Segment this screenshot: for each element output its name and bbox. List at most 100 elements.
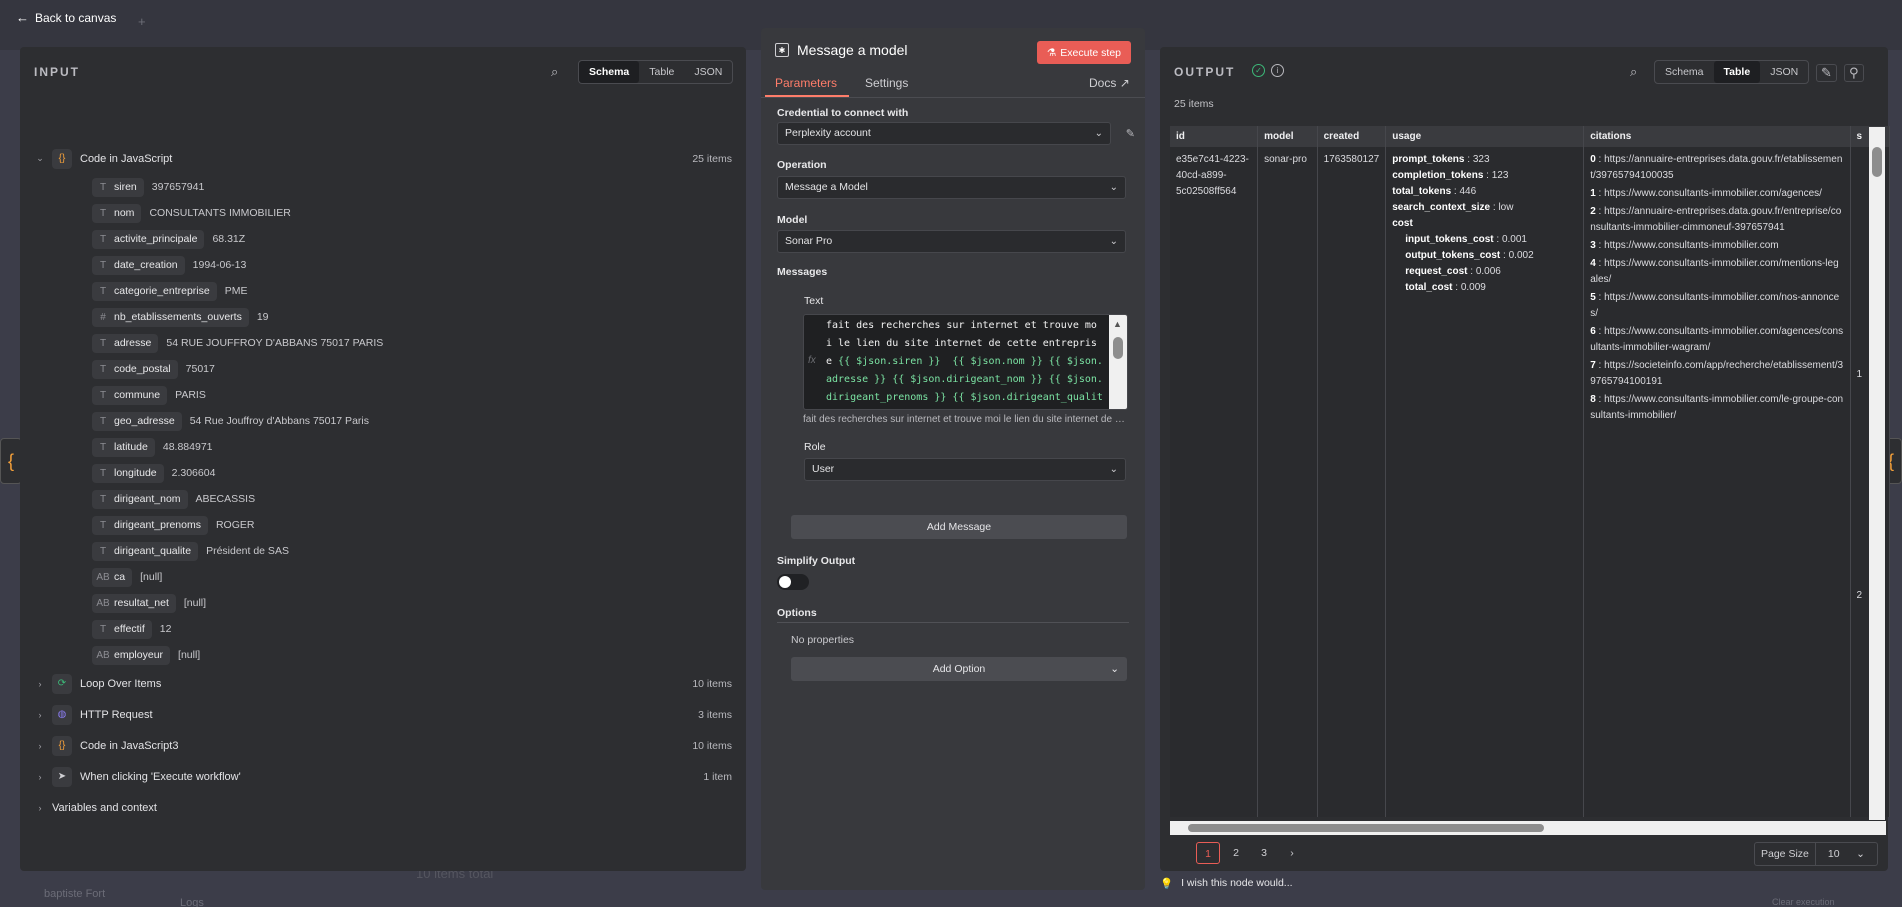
citation-url: https://annuaire-entreprises.data.gouv.f… (1590, 154, 1843, 181)
add-option-button[interactable]: Add Option ⌄ (791, 657, 1127, 681)
tab-schema[interactable]: Schema (579, 61, 640, 83)
schema-field[interactable]: Tactivite_principale 68.31Z (34, 226, 732, 252)
tab-parameters[interactable]: Parameters (764, 76, 850, 97)
field-pill[interactable]: Tdate_creation (92, 255, 185, 275)
next-page-icon[interactable]: › (1280, 842, 1304, 864)
field-pill[interactable]: Tdirigeant_nom (92, 489, 188, 509)
back-to-canvas-link[interactable]: ← Back to canvas (16, 10, 116, 25)
node-row[interactable]: › ⟳ Loop Over Items 10 items (34, 668, 732, 699)
field-pill[interactable]: Tgeo_adresse (92, 411, 182, 431)
page-size-select[interactable]: 10 ⌄ (1814, 843, 1877, 865)
field-pill[interactable]: Tdirigeant_qualite (92, 541, 199, 561)
node-row[interactable]: › ➤ When clicking 'Execute workflow' 1 item (34, 761, 732, 792)
field-value: 75017 (185, 363, 215, 375)
node-name: When clicking 'Execute workflow' (80, 770, 241, 783)
horizontal-scrollbar[interactable] (1170, 821, 1886, 835)
page-button[interactable]: 2 (1224, 842, 1248, 864)
type-icon: AB (96, 597, 110, 609)
execute-step-button[interactable]: ⚗ Execute step (1036, 41, 1131, 64)
field-pill[interactable]: Tlongitude (92, 463, 164, 483)
field-pill[interactable]: AB employeur (92, 645, 171, 665)
message-text-editor[interactable]: fx fait des recherches sur internet et t… (803, 314, 1128, 410)
citation-url: https://www.consultants-immobilier.com (1604, 240, 1779, 251)
field-pill[interactable]: Tlatitude (92, 437, 155, 457)
field-pill[interactable]: Tcommune (92, 385, 168, 405)
tab-table[interactable]: Table (1713, 61, 1761, 83)
info-icon[interactable]: i (1271, 64, 1284, 77)
node-name: Loop Over Items (80, 677, 162, 690)
schema-field[interactable]: Tdirigeant_prenoms ROGER (34, 512, 732, 538)
input-brace-icon[interactable]: { (0, 438, 22, 484)
field-pill[interactable]: Tsiren (92, 177, 144, 197)
field-pill[interactable]: Tcategorie_entreprise (92, 281, 217, 301)
add-message-button[interactable]: Add Message (791, 515, 1127, 539)
schema-field[interactable]: AB employeur [null] (34, 642, 732, 668)
feedback-prompt[interactable]: 💡 I wish this node would... (1160, 877, 1293, 890)
schema-field[interactable]: Tdate_creation 1994-06-13 (34, 252, 732, 278)
node-code-in-javascript[interactable]: ⌄ {} Code in JavaScript 25 items (34, 143, 732, 174)
schema-field[interactable]: Tadresse 54 RUE JOUFFROY D'ABBANS 75017 P… (34, 330, 732, 356)
schema-field[interactable]: Tnom CONSULTANTS IMMOBILIER (34, 200, 732, 226)
node-row[interactable]: › ◍ HTTP Request 3 items (34, 699, 732, 730)
schema-field[interactable]: Tlongitude 2.306604 (34, 460, 732, 486)
pin-icon[interactable]: ⚲ (1844, 64, 1864, 82)
schema-field[interactable]: Tdirigeant_nom ABECASSIS (34, 486, 732, 512)
type-icon: # (100, 311, 106, 323)
role-select[interactable]: User ⌄ (804, 458, 1126, 481)
simplify-output-toggle[interactable] (777, 574, 809, 590)
field-pill[interactable]: Teffectif (92, 619, 152, 639)
tab-json[interactable]: JSON (684, 61, 732, 83)
schema-field[interactable]: AB ca [null] (34, 564, 732, 590)
pencil-icon[interactable]: ✎ (1816, 64, 1837, 82)
schema-field[interactable]: # nb_etablissements_ouverts 19 (34, 304, 732, 330)
pencil-icon[interactable]: ✎ (1126, 127, 1135, 140)
node-row[interactable]: › {} Code in JavaScript3 10 items (34, 730, 732, 761)
field-pill[interactable]: Tcode_postal (92, 359, 178, 379)
schema-field[interactable]: Teffectif 12 (34, 616, 732, 642)
column-header: citations (1583, 126, 1851, 147)
chevron-down-icon: ⌄ (1856, 848, 1865, 860)
citation-entry: 2 : https://annuaire-entreprises.data.go… (1590, 206, 1842, 233)
schema-field[interactable]: Tsiren 397657941 (34, 174, 732, 200)
tab-settings[interactable]: Settings (865, 76, 908, 90)
page-button[interactable]: 3 (1252, 842, 1276, 864)
field-pill[interactable]: Tadresse (92, 333, 159, 353)
schema-field[interactable]: Tlatitude 48.884971 (34, 434, 732, 460)
schema-field[interactable]: Tgeo_adresse 54 Rue Jouffroy d'Abbans 750… (34, 408, 732, 434)
options-label: Options (777, 607, 817, 619)
page-button[interactable]: 1 (1196, 842, 1220, 864)
field-key: geo_adresse (114, 415, 175, 427)
field-pill[interactable]: AB ca (92, 567, 133, 587)
field-pill[interactable]: Tactivite_principale (92, 229, 205, 249)
search-icon[interactable]: ⌕ (1630, 64, 1637, 80)
input-panel: INPUT ⌕ Schema Table JSON ⌄ {} Code in J… (20, 47, 746, 871)
search-icon[interactable]: ⌕ (551, 64, 558, 80)
type-icon: T (99, 285, 107, 297)
field-value: 1994-06-13 (192, 259, 247, 271)
tab-schema[interactable]: Schema (1655, 61, 1714, 83)
schema-field[interactable]: Tdirigeant_qualite Président de SAS (34, 538, 732, 564)
field-pill[interactable]: Tnom (92, 203, 142, 223)
vertical-scrollbar[interactable] (1869, 127, 1885, 820)
code-text-segment: i le lien du site internet de cette entr… (826, 338, 1097, 349)
output-view-toggle: Schema Table JSON (1654, 60, 1810, 84)
schema-field[interactable]: Tcategorie_entreprise PME (34, 278, 732, 304)
schema-field[interactable]: AB resultat_net [null] (34, 590, 732, 616)
type-icon: AB (96, 571, 110, 583)
tab-json[interactable]: JSON (1760, 61, 1808, 83)
field-value: 397657941 (151, 181, 205, 193)
variables-and-context[interactable]: › Variables and context (34, 792, 732, 823)
credential-select[interactable]: Perplexity account ⌄ (777, 122, 1111, 145)
field-pill[interactable]: AB resultat_net (92, 593, 176, 613)
perplexity-logo-icon: ✱ (775, 43, 789, 57)
schema-field[interactable]: Tcode_postal 75017 (34, 356, 732, 382)
tab-table[interactable]: Table (639, 61, 684, 83)
operation-select[interactable]: Message a Model ⌄ (777, 176, 1126, 199)
editor-scrollbar[interactable]: ▲ (1109, 315, 1127, 409)
docs-link[interactable]: Docs ↗ (1089, 76, 1130, 90)
field-pill[interactable]: Tdirigeant_prenoms (92, 515, 208, 535)
citation-url: https://societeinfo.com/app/recherche/et… (1590, 360, 1844, 387)
model-select[interactable]: Sonar Pro ⌄ (777, 230, 1126, 253)
schema-field[interactable]: Tcommune PARIS (34, 382, 732, 408)
field-pill[interactable]: # nb_etablissements_ouverts (92, 307, 249, 327)
